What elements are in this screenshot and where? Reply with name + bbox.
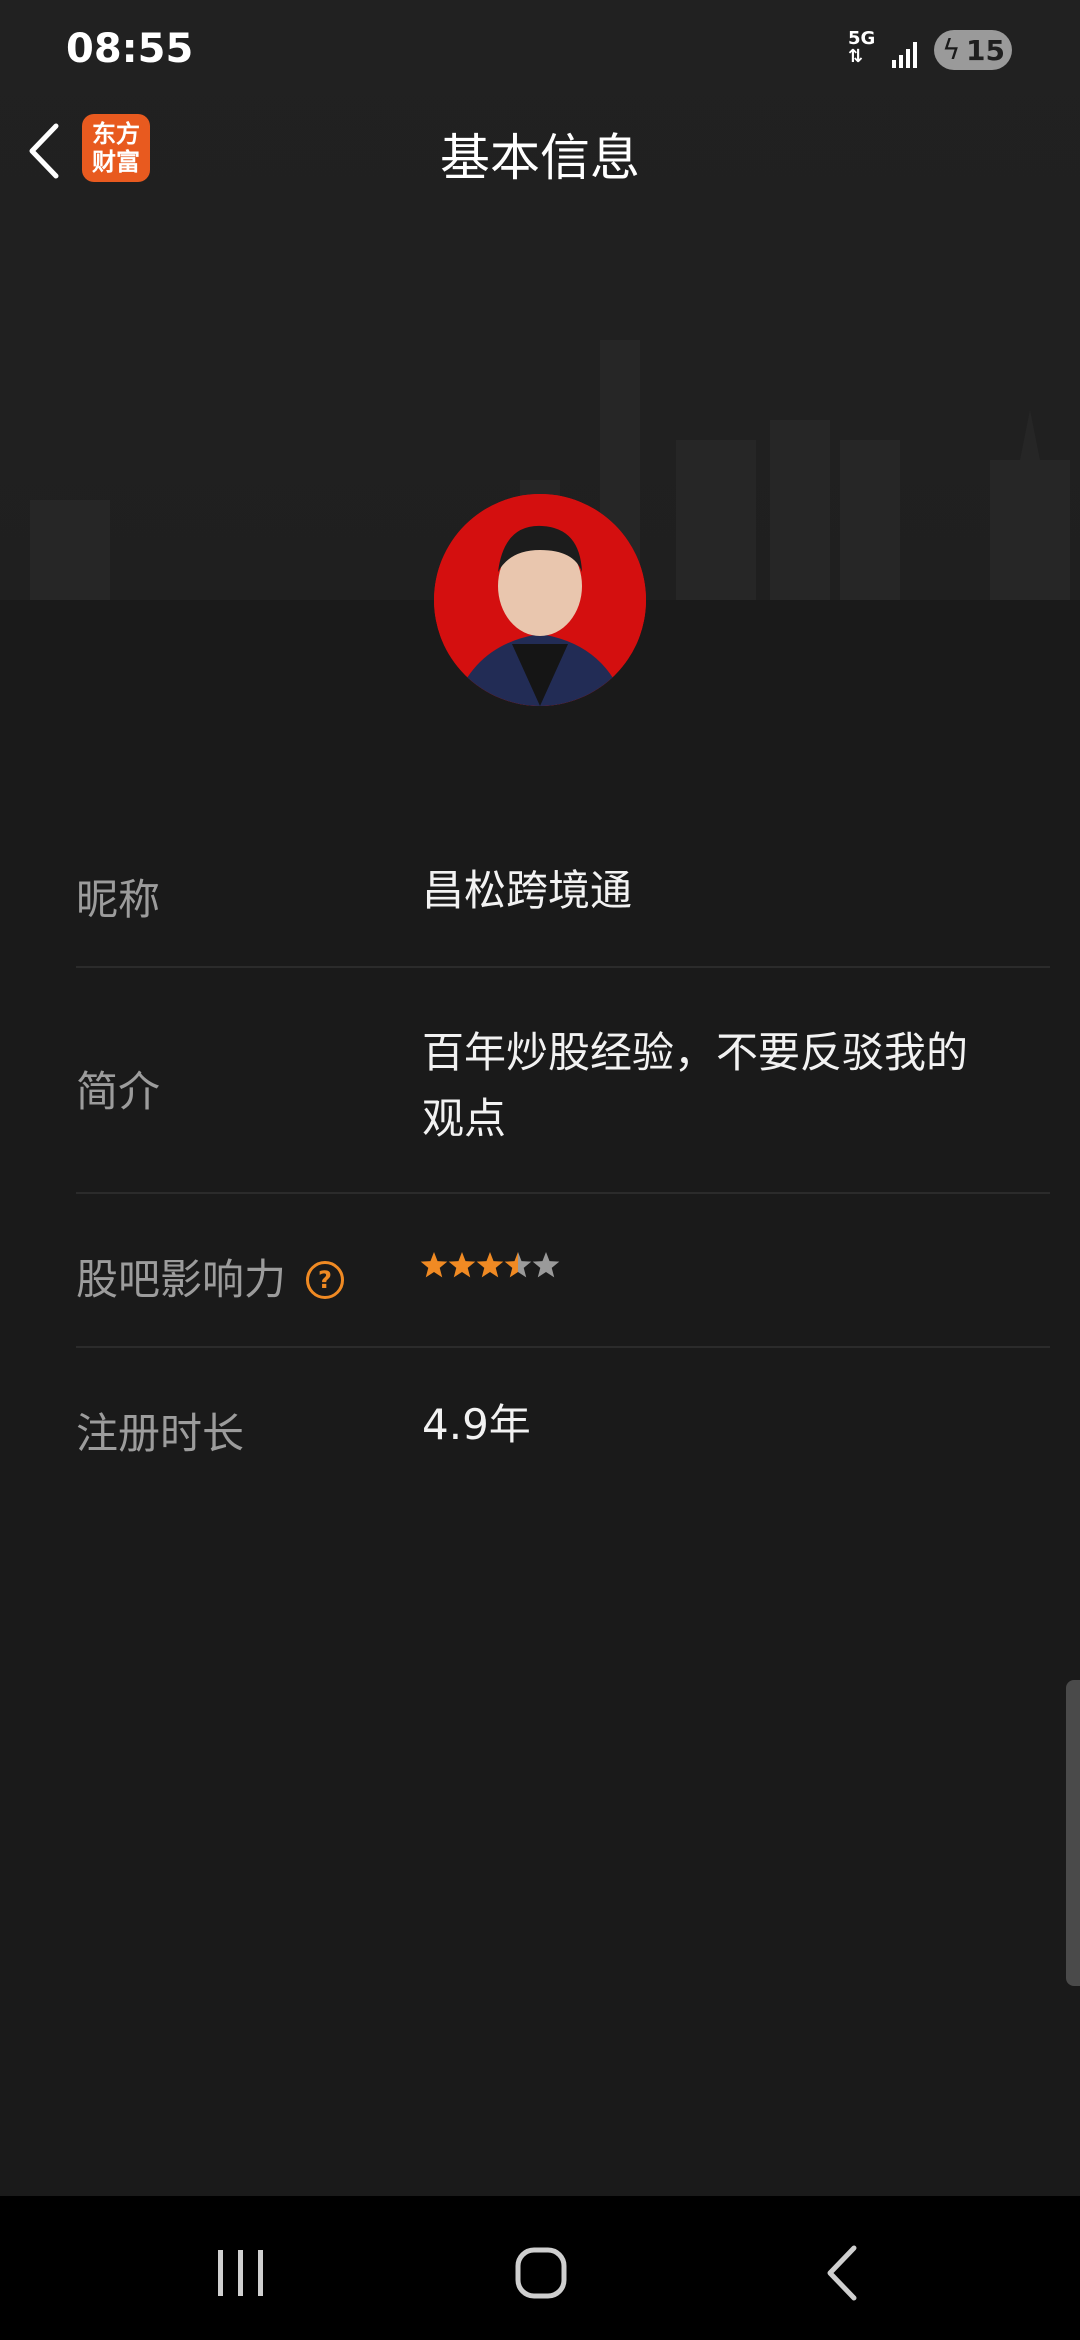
data-arrows-icon: ⇅ [848,46,864,67]
scrollbar[interactable] [1066,1680,1080,1986]
divider [76,1192,1050,1194]
influence-label: 股吧影响力? [76,1246,345,1307]
status-time: 08:55 [66,26,194,72]
avatar-photo [434,494,646,706]
influence-stars [420,1252,560,1278]
bio-value: 百年炒股经验，不要反驳我的 观点 [422,1020,968,1152]
rating-star [532,1252,560,1278]
registration-row: 注册时长 4.9年 [76,1400,1050,1500]
divider [76,1346,1050,1348]
home-icon[interactable] [506,2238,576,2308]
rating-star [476,1252,504,1278]
bio-label: 简介 [76,1067,161,1116]
rating-star [420,1252,448,1278]
avatar[interactable] [434,494,646,706]
bio-row: 简介 百年炒股经验，不要反驳我的 观点 [76,1020,1050,1190]
bio-line-1: 百年炒股经验，不要反驳我的 [422,1028,969,1077]
charging-icon: ϟ [942,33,961,66]
registration-label: 注册时长 [76,1409,245,1458]
battery-level: 15 [966,34,1005,67]
recent-apps-icon[interactable] [206,2238,276,2308]
page-title: 基本信息 [440,129,640,187]
help-icon[interactable]: ? [306,1261,345,1299]
network-indicator: 5G ⇅ [848,30,875,66]
influence-row: 股吧影响力? [76,1246,1050,1346]
rating-star [504,1252,532,1278]
divider [76,966,1050,968]
signal-bars-icon [892,42,917,68]
influence-label-text: 股吧影响力 [76,1255,287,1304]
bio-line-2: 观点 [422,1094,507,1143]
registration-value: 4.9年 [422,1400,531,1449]
nickname-value: 昌松跨境通 [422,866,633,915]
rating-star [448,1252,476,1278]
status-bar: 08:55 5G ⇅ ϟ 15 [0,0,1080,100]
back-icon[interactable] [810,2238,880,2308]
nickname-label: 昵称 [76,875,161,924]
nickname-row: 昵称 昌松跨境通 [76,866,1050,966]
battery-indicator: ϟ 15 [934,30,1012,70]
navigation-bar [0,2196,1080,2340]
